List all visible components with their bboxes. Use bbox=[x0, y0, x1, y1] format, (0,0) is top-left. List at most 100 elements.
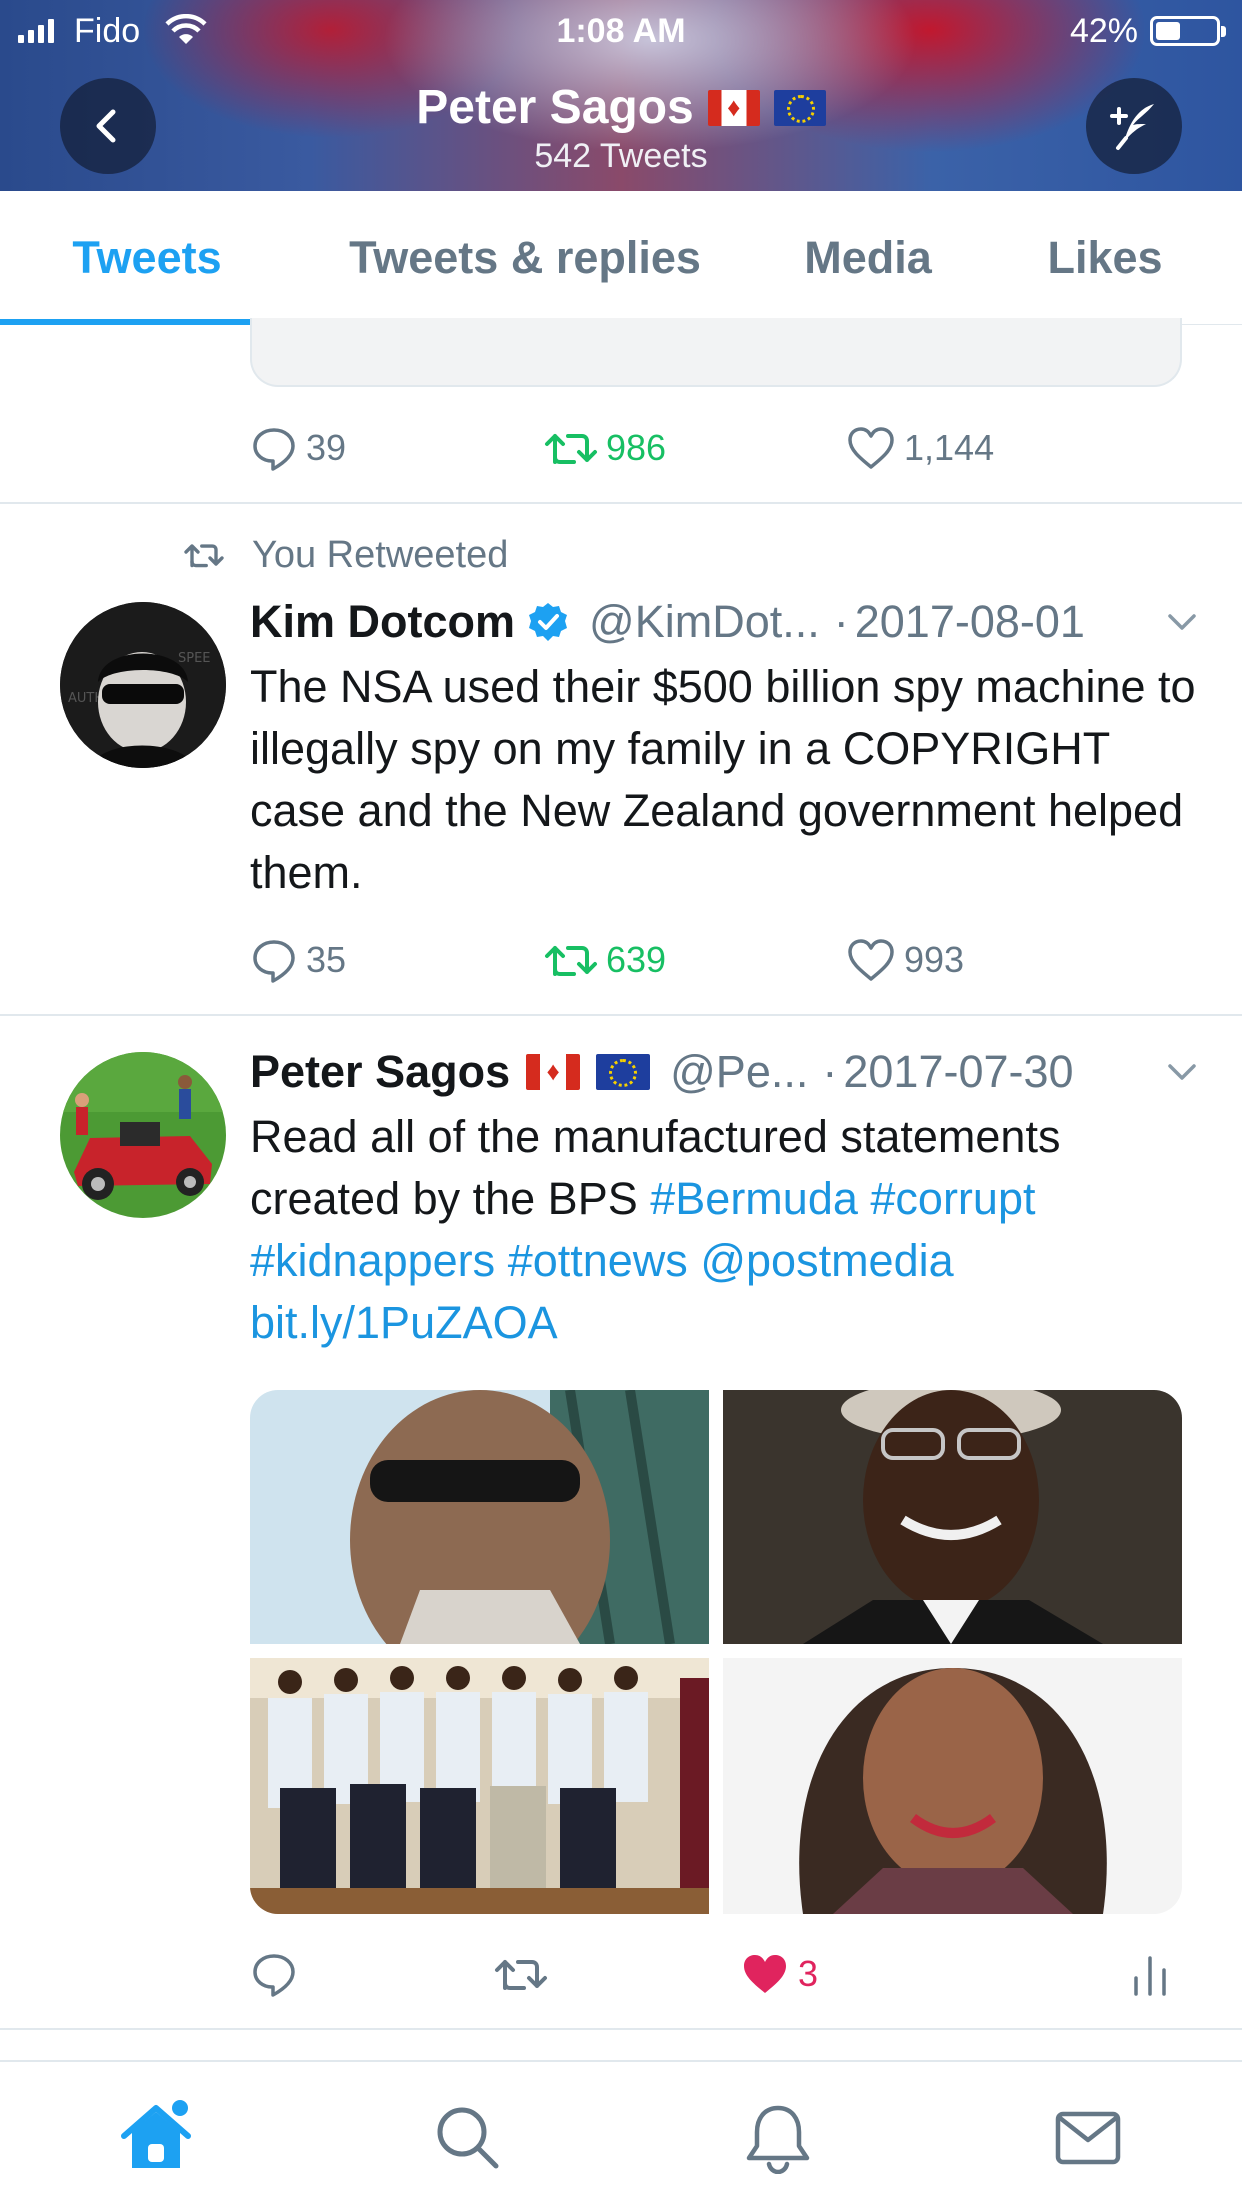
profile-tabs: Tweets Tweets & replies Media Likes bbox=[0, 191, 1242, 325]
bell-icon bbox=[746, 2105, 810, 2174]
analytics-button[interactable] bbox=[1130, 1946, 1170, 2002]
media-photo-1[interactable] bbox=[250, 1390, 709, 1644]
tweet-count: 542 Tweets bbox=[534, 137, 708, 175]
battery-percent: 42% bbox=[1069, 12, 1138, 50]
retweet-button[interactable]: 639 bbox=[544, 932, 666, 988]
search-icon bbox=[437, 2107, 499, 2169]
retweeted-text: You Retweeted bbox=[252, 533, 509, 576]
home-icon bbox=[121, 2100, 191, 2168]
retweet-icon bbox=[545, 946, 597, 976]
like-count: 3 bbox=[798, 1953, 819, 1994]
tab-media[interactable]: Media bbox=[770, 191, 966, 325]
like-count: 1,144 bbox=[904, 427, 995, 468]
eu-flag-icon bbox=[596, 1054, 651, 1090]
reply-icon bbox=[253, 428, 295, 471]
compose-tweet-button[interactable] bbox=[1086, 78, 1182, 174]
heart-icon bbox=[848, 427, 894, 469]
retweet-count: 639 bbox=[606, 939, 667, 980]
photo-police-group-image bbox=[250, 1658, 709, 1914]
canada-flag-icon bbox=[526, 1054, 581, 1090]
chevron-down-icon[interactable] bbox=[1164, 1054, 1200, 1090]
tweet-header: Kim Dotcom @KimDot... · 2017-08-01 bbox=[250, 592, 1200, 652]
hashtag-link[interactable]: #corrupt bbox=[870, 1173, 1035, 1224]
reply-icon bbox=[253, 940, 295, 983]
url-link[interactable]: bit.ly/1PuZAOA bbox=[250, 1297, 558, 1348]
profile-header: Fido 1:08 AM 42% Peter Sagos 542 Tweets bbox=[0, 0, 1242, 191]
clock: 1:08 AM bbox=[556, 12, 686, 50]
avatar-kim-dotcom[interactable]: SPEE AUTH bbox=[60, 602, 226, 768]
heart-icon bbox=[848, 939, 894, 981]
tweet-actions: 3 bbox=[250, 1946, 1210, 2002]
tweet-divider bbox=[0, 1014, 1242, 1016]
eu-flag-icon bbox=[773, 89, 826, 126]
reply-button[interactable]: 35 bbox=[250, 932, 346, 988]
tab-likes[interactable]: Likes bbox=[1010, 191, 1200, 325]
media-photo-3[interactable] bbox=[250, 1658, 709, 1914]
nav-search[interactable] bbox=[428, 2098, 508, 2178]
bottom-tab-bar bbox=[0, 2060, 1242, 2208]
retweeted-label: You Retweeted bbox=[182, 532, 508, 578]
tweet-header: Peter Sagos @Pe... · 2017-07-30 bbox=[250, 1042, 1200, 1102]
hashtag-link[interactable]: #ottnews bbox=[508, 1235, 688, 1286]
reply-count: 35 bbox=[306, 939, 347, 980]
tweet-text: Read all of the manufactured statements … bbox=[250, 1106, 1200, 1354]
media-photo-2[interactable] bbox=[723, 1390, 1182, 1644]
tweet-divider bbox=[0, 2028, 1242, 2030]
reply-icon bbox=[253, 1954, 295, 1997]
author-handle[interactable]: @KimDot... bbox=[589, 596, 820, 648]
author-name[interactable]: Peter Sagos bbox=[250, 1046, 510, 1098]
avatar-peter-sagos-image bbox=[60, 1052, 226, 1218]
svg-text:SPEE: SPEE bbox=[178, 651, 211, 666]
tweet-actions: 35 639 993 bbox=[250, 932, 1210, 988]
retweet-button[interactable]: 986 bbox=[544, 420, 666, 476]
separator-dot: · bbox=[822, 1046, 838, 1097]
author-handle[interactable]: @Pe... bbox=[670, 1046, 808, 1098]
tweet-media-grid bbox=[250, 1390, 1182, 1914]
like-button[interactable]: 1,144 bbox=[846, 420, 994, 476]
profile-name: Peter Sagos bbox=[416, 81, 694, 134]
link-card-preview[interactable] bbox=[250, 318, 1182, 387]
separator-dot: · bbox=[833, 596, 849, 647]
tweet-date: 2017-08-01 bbox=[854, 596, 1085, 647]
reply-count: 39 bbox=[306, 427, 347, 468]
tab-tweets-and-replies[interactable]: Tweets & replies bbox=[320, 191, 730, 325]
photo-judge-wig-image bbox=[723, 1390, 1182, 1644]
retweet-count: 986 bbox=[606, 427, 667, 468]
canada-flag-icon bbox=[707, 89, 760, 126]
tweet-divider bbox=[0, 502, 1242, 504]
profile-title: Peter Sagos 542 Tweets bbox=[0, 80, 1242, 176]
hashtag-link[interactable]: #kidnappers bbox=[250, 1235, 495, 1286]
like-button[interactable]: 993 bbox=[846, 932, 964, 988]
mail-icon bbox=[1055, 2111, 1121, 2165]
nav-notifications[interactable] bbox=[738, 2098, 818, 2178]
verified-badge-icon bbox=[529, 603, 568, 641]
tweet-text: The NSA used their $500 billion spy mach… bbox=[250, 661, 1196, 898]
photo-man-sunglasses-image bbox=[250, 1390, 709, 1644]
status-bar: Fido 1:08 AM 42% bbox=[0, 0, 1242, 60]
nav-home[interactable] bbox=[116, 2098, 196, 2178]
author-name[interactable]: Kim Dotcom bbox=[250, 596, 515, 648]
like-count: 993 bbox=[904, 939, 965, 980]
retweet-button[interactable] bbox=[494, 1946, 548, 2002]
tweet-actions: 39 986 1,144 bbox=[250, 420, 1210, 476]
avatar-peter-sagos[interactable] bbox=[60, 1052, 226, 1218]
photo-woman-portrait-image bbox=[723, 1658, 1182, 1914]
chevron-down-icon[interactable] bbox=[1164, 604, 1200, 640]
nav-messages[interactable] bbox=[1048, 2098, 1128, 2178]
reply-button[interactable] bbox=[250, 1946, 298, 2002]
retweet-small-icon bbox=[184, 544, 224, 568]
mention-link[interactable]: @postmedia bbox=[700, 1235, 953, 1286]
analytics-icon bbox=[1134, 1956, 1166, 1996]
tweet-date: 2017-07-30 bbox=[843, 1046, 1074, 1097]
battery-icon bbox=[1150, 16, 1226, 46]
reply-button[interactable]: 39 bbox=[250, 420, 346, 476]
retweet-icon bbox=[495, 1960, 547, 1990]
retweet-icon bbox=[545, 434, 597, 464]
avatar-kim-dotcom-image: SPEE AUTH bbox=[60, 602, 226, 768]
hashtag-link[interactable]: #Bermuda bbox=[650, 1173, 858, 1224]
compose-feather-icon bbox=[1110, 104, 1154, 150]
media-photo-4[interactable] bbox=[723, 1658, 1182, 1914]
tab-tweets[interactable]: Tweets bbox=[0, 191, 294, 325]
heart-filled-icon bbox=[744, 1955, 786, 1993]
like-button[interactable]: 3 bbox=[740, 1946, 818, 2002]
